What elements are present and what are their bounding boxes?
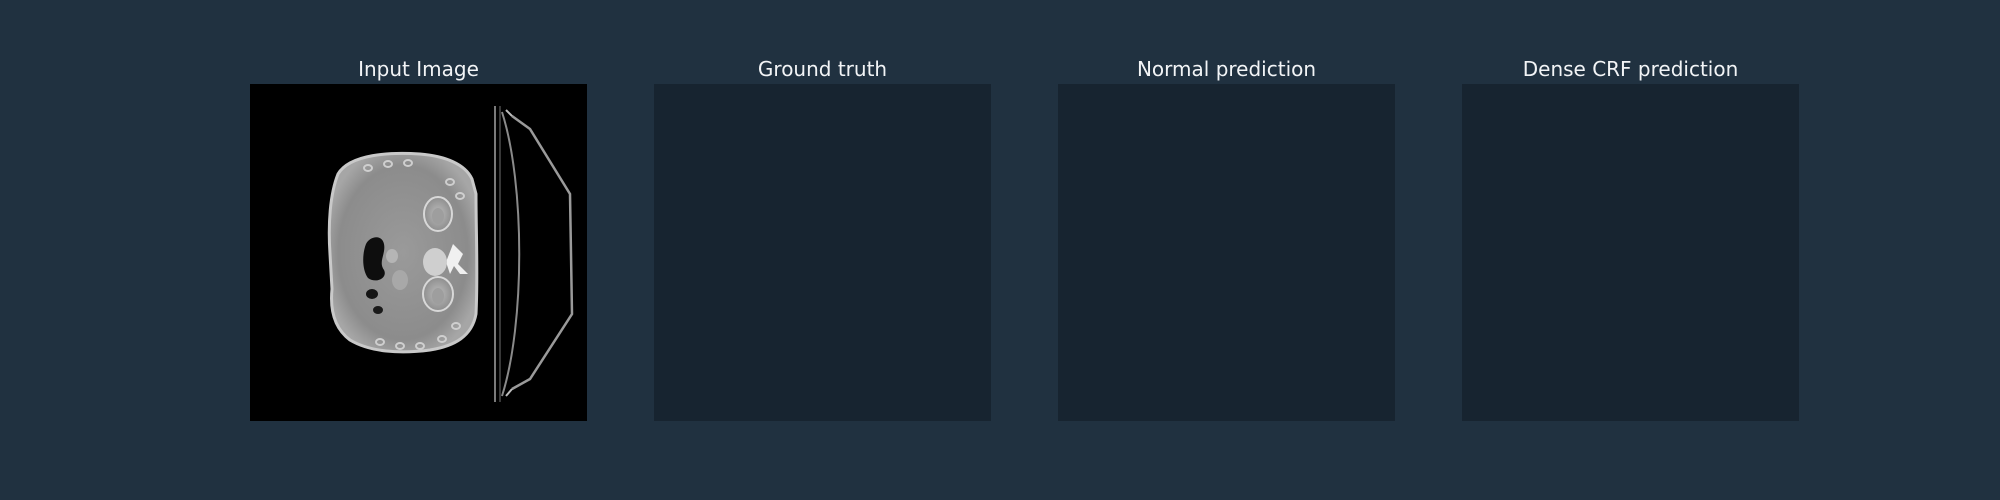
- panel-title-ground-truth: Ground truth: [757, 57, 888, 81]
- panel-input-image: Input Image: [250, 54, 587, 421]
- dense-crf-prediction-mask: [1462, 84, 1799, 421]
- panel-ground-truth: Ground truth: [654, 54, 991, 421]
- ct-scanner-table: [494, 106, 574, 402]
- ct-bowel-air: [363, 237, 385, 281]
- ct-scan-image: [250, 84, 587, 421]
- ct-scan-graphic: [327, 106, 574, 402]
- panel-normal-prediction: Normal prediction: [1058, 54, 1395, 421]
- panel-title-dense-crf-prediction: Dense CRF prediction: [1522, 57, 1739, 81]
- panel-dense-crf-prediction: Dense CRF prediction: [1462, 54, 1799, 421]
- normal-prediction-mask: [1058, 84, 1395, 421]
- panel-title-normal-prediction: Normal prediction: [1136, 57, 1317, 81]
- panel-title-input-image: Input Image: [358, 57, 479, 81]
- ground-truth-mask: [654, 84, 991, 421]
